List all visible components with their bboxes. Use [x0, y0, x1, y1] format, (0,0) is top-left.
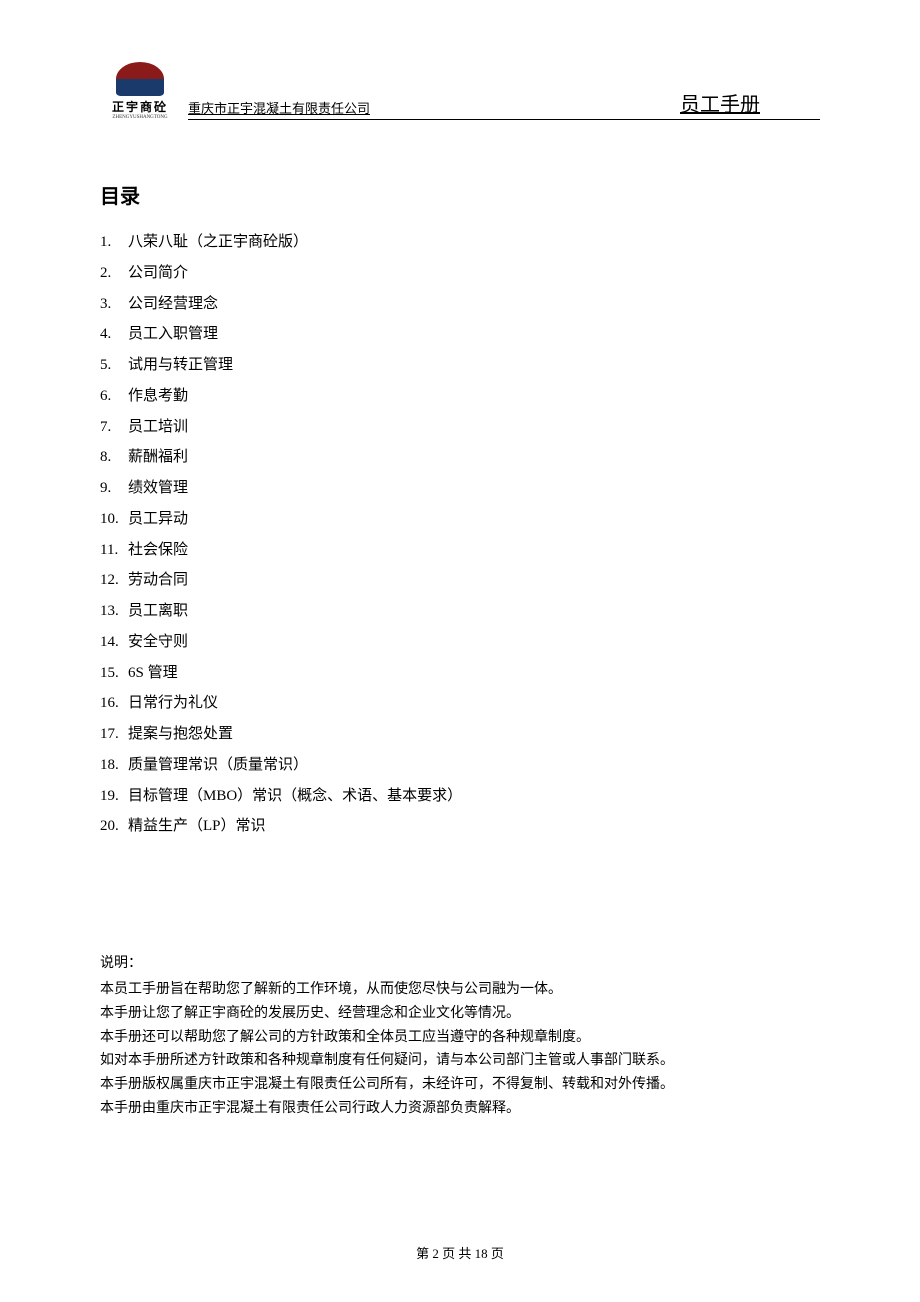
page-number: 第 2 页 共 18 页 [416, 1246, 504, 1261]
toc-label: 公司经营理念 [128, 296, 218, 312]
toc-number: 11. [100, 535, 128, 566]
toc-item: 2.公司简介 [100, 258, 820, 289]
toc-item: 16.日常行为礼仪 [100, 688, 820, 719]
toc-label: 提案与抱怨处置 [128, 726, 233, 742]
toc-label: 劳动合同 [128, 572, 188, 588]
toc-number: 19. [100, 781, 128, 812]
toc-item: 17.提案与抱怨处置 [100, 719, 820, 750]
explanation-section: 说明： 本员工手册旨在帮助您了解新的工作环境，从而使您尽快与公司融为一体。 本手… [100, 952, 820, 1121]
toc-label: 作息考勤 [128, 388, 188, 404]
toc-label: 目标管理（MBO）常识（概念、术语、基本要求） [128, 788, 462, 804]
toc-label: 公司简介 [128, 265, 188, 281]
explanation-line: 本员工手册旨在帮助您了解新的工作环境，从而使您尽快与公司融为一体。 [100, 978, 820, 1002]
toc-number: 15. [100, 658, 128, 689]
toc-label: 绩效管理 [128, 480, 188, 496]
toc-number: 20. [100, 811, 128, 842]
explanation-line: 本手册让您了解正宇商砼的发展历史、经营理念和企业文化等情况。 [100, 1002, 820, 1026]
toc-item: 19.目标管理（MBO）常识（概念、术语、基本要求） [100, 781, 820, 812]
toc-item: 10.员工异动 [100, 504, 820, 535]
explanation-heading: 说明： [100, 952, 820, 972]
toc-label: 社会保险 [128, 542, 188, 558]
toc-label: 薪酬福利 [128, 449, 188, 465]
toc-label: 八荣八耻（之正宇商砼版） [128, 234, 308, 250]
toc-number: 18. [100, 750, 128, 781]
toc-item: 7.员工培训 [100, 412, 820, 443]
toc-number: 12. [100, 565, 128, 596]
document-page: 正宇商砼 ZHENGYUSHANGTONG 重庆市正宇混凝土有限责任公司 员工手… [0, 0, 920, 1302]
toc-label: 精益生产（LP）常识 [128, 818, 266, 834]
toc-item: 18.质量管理常识（质量常识） [100, 750, 820, 781]
explanation-line: 本手册版权属重庆市正宇混凝土有限责任公司所有，未经许可，不得复制、转载和对外传播… [100, 1073, 820, 1097]
explanation-line: 本手册还可以帮助您了解公司的方针政策和全体员工应当遵守的各种规章制度。 [100, 1026, 820, 1050]
toc-label: 质量管理常识（质量常识） [128, 757, 308, 773]
toc-number: 13. [100, 596, 128, 627]
toc-number: 7. [100, 412, 128, 443]
logo-text: 正宇商砼 [112, 98, 168, 115]
toc-item: 4.员工入职管理 [100, 319, 820, 350]
toc-item: 8.薪酬福利 [100, 442, 820, 473]
explanation-line: 如对本手册所述方针政策和各种规章制度有任何疑问，请与本公司部门主管或人事部门联系… [100, 1049, 820, 1073]
toc-number: 3. [100, 289, 128, 320]
toc-label: 员工培训 [128, 419, 188, 435]
toc-item: 20.精益生产（LP）常识 [100, 811, 820, 842]
toc-item: 6.作息考勤 [100, 381, 820, 412]
toc-list: 1.八荣八耻（之正宇商砼版） 2.公司简介 3.公司经营理念 4.员工入职管理 … [100, 227, 820, 842]
toc-label: 6S 管理 [128, 665, 178, 681]
logo-icon [116, 62, 164, 96]
toc-label: 员工入职管理 [128, 326, 218, 342]
header-line: 重庆市正宇混凝土有限责任公司 员工手册 [188, 88, 820, 120]
explanation-line: 本手册由重庆市正宇混凝土有限责任公司行政人力资源部负责解释。 [100, 1097, 820, 1121]
logo-subtext: ZHENGYUSHANGTONG [112, 115, 167, 120]
toc-label: 试用与转正管理 [128, 357, 233, 373]
toc-number: 2. [100, 258, 128, 289]
toc-number: 16. [100, 688, 128, 719]
toc-number: 14. [100, 627, 128, 658]
toc-number: 6. [100, 381, 128, 412]
toc-number: 8. [100, 442, 128, 473]
toc-item: 5.试用与转正管理 [100, 350, 820, 381]
toc-item: 15.6S 管理 [100, 658, 820, 689]
company-name: 重庆市正宇混凝土有限责任公司 [188, 98, 370, 117]
toc-number: 4. [100, 319, 128, 350]
document-title: 员工手册 [680, 88, 760, 117]
toc-number: 9. [100, 473, 128, 504]
toc-item: 11.社会保险 [100, 535, 820, 566]
toc-item: 13.员工离职 [100, 596, 820, 627]
toc-item: 14.安全守则 [100, 627, 820, 658]
toc-item: 12.劳动合同 [100, 565, 820, 596]
toc-number: 17. [100, 719, 128, 750]
toc-number: 1. [100, 227, 128, 258]
toc-item: 1.八荣八耻（之正宇商砼版） [100, 227, 820, 258]
toc-label: 员工离职 [128, 603, 188, 619]
toc-label: 日常行为礼仪 [128, 695, 218, 711]
toc-item: 3.公司经营理念 [100, 289, 820, 320]
toc-label: 安全守则 [128, 634, 188, 650]
company-logo: 正宇商砼 ZHENGYUSHANGTONG [100, 62, 180, 120]
toc-label: 员工异动 [128, 511, 188, 527]
toc-number: 5. [100, 350, 128, 381]
toc-number: 10. [100, 504, 128, 535]
toc-heading: 目录 [100, 180, 820, 209]
toc-item: 9.绩效管理 [100, 473, 820, 504]
page-footer: 第 2 页 共 18 页 [0, 1243, 920, 1262]
page-header: 正宇商砼 ZHENGYUSHANGTONG 重庆市正宇混凝土有限责任公司 员工手… [100, 50, 820, 120]
